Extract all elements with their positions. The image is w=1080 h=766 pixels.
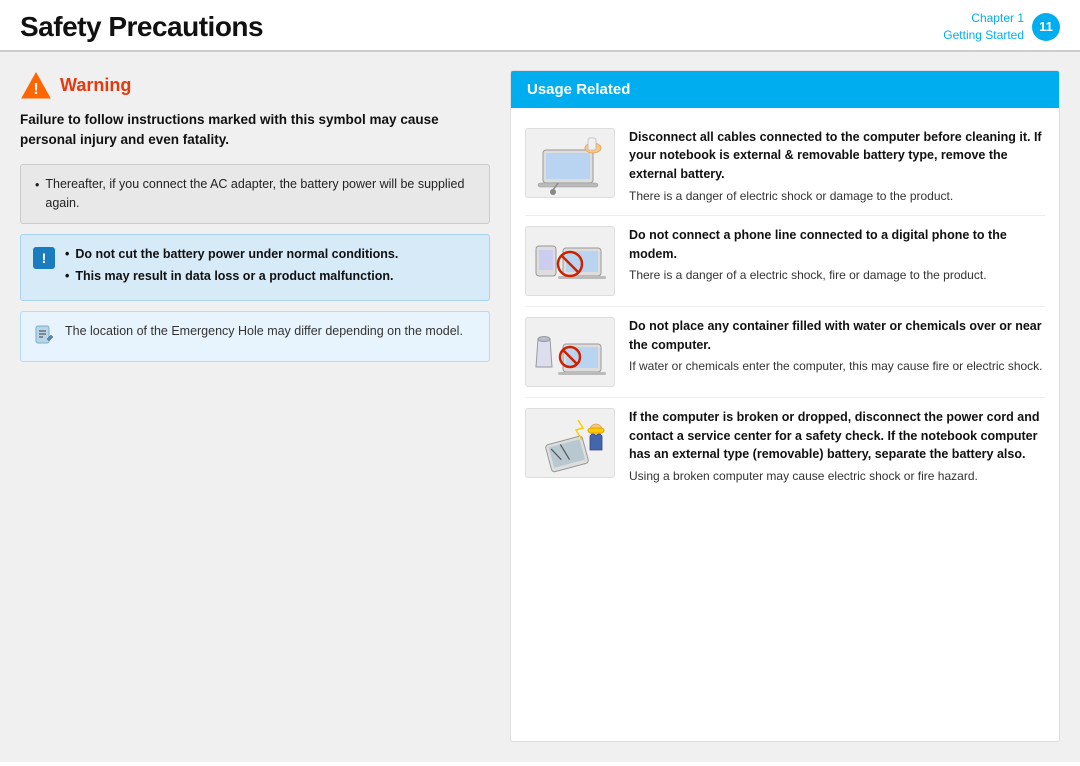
page-header: Safety Precautions Chapter 1 Getting Sta…: [0, 0, 1080, 52]
usage-item-1: Disconnect all cables connected to the c…: [525, 118, 1045, 216]
main-content: ! Warning Failure to follow instructions…: [0, 52, 1080, 762]
warning-label: Warning: [60, 75, 131, 96]
usage-image-3: [525, 317, 615, 387]
usage-image-1: [525, 128, 615, 198]
warning-icon: !: [20, 70, 52, 102]
chapter-line2: Getting Started: [943, 27, 1024, 44]
caution-text-1: Do not cut the battery power under norma…: [75, 245, 398, 264]
bullet-dot-1: •: [35, 176, 39, 213]
usage-normal-4: Using a broken computer may cause electr…: [629, 467, 1045, 485]
usage-bold-4: If the computer is broken or dropped, di…: [629, 408, 1045, 464]
usage-items: Disconnect all cables connected to the c…: [511, 108, 1059, 506]
note-box: The location of the Emergency Hole may d…: [20, 311, 490, 362]
caution-text-2: This may result in data loss or a produc…: [75, 267, 393, 286]
warning-header: ! Warning: [20, 70, 490, 102]
chapter-info: Chapter 1 Getting Started: [943, 10, 1024, 44]
usage-text-3: Do not place any container filled with w…: [629, 317, 1045, 387]
caution-bullet-1: • Do not cut the battery power under nor…: [65, 245, 477, 264]
note-icon: [33, 324, 55, 351]
usage-bold-2: Do not connect a phone line connected to…: [629, 226, 1045, 264]
usage-bold-1: Disconnect all cables connected to the c…: [629, 128, 1045, 184]
page-title: Safety Precautions: [20, 11, 263, 43]
caution-content: • Do not cut the battery power under nor…: [65, 245, 477, 291]
usage-image-2: [525, 226, 615, 296]
usage-normal-2: There is a danger of a electric shock, f…: [629, 266, 1045, 284]
chapter-info-area: Chapter 1 Getting Started 11: [943, 10, 1060, 44]
caution-bullet-2: • This may result in data loss or a prod…: [65, 267, 477, 286]
usage-bold-3: Do not place any container filled with w…: [629, 317, 1045, 355]
warning-description: Failure to follow instructions marked wi…: [20, 110, 490, 151]
left-panel: ! Warning Failure to follow instructions…: [20, 70, 510, 742]
note-text: The location of the Emergency Hole may d…: [65, 322, 463, 341]
bullet-box-light: • Thereafter, if you connect the AC adap…: [20, 164, 490, 224]
caution-dot-1: •: [65, 245, 69, 264]
usage-item-2: Do not connect a phone line connected to…: [525, 216, 1045, 307]
usage-normal-3: If water or chemicals enter the computer…: [629, 357, 1045, 375]
bullet-item-1: • Thereafter, if you connect the AC adap…: [35, 175, 475, 213]
usage-text-2: Do not connect a phone line connected to…: [629, 226, 1045, 296]
usage-normal-1: There is a danger of electric shock or d…: [629, 187, 1045, 205]
usage-related-header: Usage Related: [511, 71, 1059, 108]
caution-icon: !: [33, 247, 55, 269]
caution-box: ! • Do not cut the battery power under n…: [20, 234, 490, 302]
usage-text-4: If the computer is broken or dropped, di…: [629, 408, 1045, 485]
right-panel: Usage Related: [510, 70, 1060, 742]
usage-item-4: If the computer is broken or dropped, di…: [525, 398, 1045, 495]
usage-item-3: Do not place any container filled with w…: [525, 307, 1045, 398]
chapter-line1: Chapter 1: [943, 10, 1024, 27]
bullet-text-1: Thereafter, if you connect the AC adapte…: [45, 175, 475, 213]
usage-text-1: Disconnect all cables connected to the c…: [629, 128, 1045, 205]
chapter-badge: 11: [1032, 13, 1060, 41]
svg-text:!: !: [33, 81, 38, 98]
usage-image-4: [525, 408, 615, 478]
caution-dot-2: •: [65, 267, 69, 286]
